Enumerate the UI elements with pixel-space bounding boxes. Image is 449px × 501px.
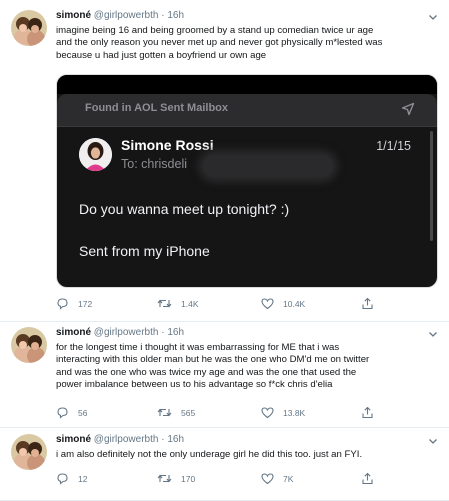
scrollbar: [430, 131, 433, 241]
separator-dot: ·: [161, 327, 165, 338]
tweet-text: i am also definitely not the only undera…: [56, 449, 437, 461]
like-button[interactable]: 10.4K: [261, 297, 305, 310]
username[interactable]: @girlpowerbth: [94, 10, 159, 21]
share-icon: [361, 297, 374, 310]
retweet-button[interactable]: 170: [157, 472, 195, 485]
email-message: Do you wanna meet up tonight? :): [79, 201, 290, 217]
tweet-text-line: and was the one who was twice my age and…: [56, 366, 357, 378]
tweet-text-line: interacting with this older man but he w…: [56, 354, 370, 366]
chevron-down-icon[interactable]: [427, 10, 439, 22]
retweet-count: 565: [181, 407, 196, 418]
share-button[interactable]: [361, 472, 374, 485]
reply-count: 56: [78, 407, 88, 418]
retweet-button[interactable]: 565: [157, 406, 195, 419]
reply-icon: [56, 406, 69, 419]
tweet-text-line: power imbalance between us to his advant…: [56, 378, 333, 390]
reply-button[interactable]: 172: [56, 297, 92, 310]
tweet-actions: 56 565 13.8K: [56, 406, 449, 420]
like-icon: [261, 406, 274, 419]
reply-icon: [56, 297, 69, 310]
sender-name: Simone Rossi: [121, 137, 214, 153]
tweet[interactable]: simoné @girlpowerbth · 16h imagine being…: [0, 0, 449, 322]
reply-button[interactable]: 12: [56, 472, 87, 485]
retweet-icon: [157, 406, 172, 419]
tweet-text-line: because u had just gotten a boyfriend ur…: [56, 49, 267, 61]
tweet[interactable]: simoné @girlpowerbth · 16h for the longe…: [0, 322, 449, 428]
like-count: 13.8K: [283, 407, 306, 418]
separator-dot: ·: [161, 10, 165, 21]
tweet-text-line: imagine being 16 and being groomed by a …: [56, 25, 374, 36]
like-button[interactable]: 7K: [261, 472, 293, 485]
status-bar: [57, 75, 437, 94]
tweet-text-line: i am also definitely not the only undera…: [56, 449, 363, 460]
like-count: 10.4K: [283, 298, 306, 309]
redacted-recipient: [203, 155, 333, 177]
tweet-header: simoné @girlpowerbth · 16h: [56, 10, 425, 21]
email-signature: Sent from my iPhone: [79, 243, 210, 259]
avatar[interactable]: [11, 434, 47, 470]
display-name[interactable]: simoné: [56, 434, 91, 445]
chevron-down-icon[interactable]: [427, 327, 439, 339]
tweet-header: simoné @girlpowerbth · 16h: [56, 327, 425, 338]
timestamp[interactable]: 16h: [167, 434, 184, 445]
avatar[interactable]: [11, 327, 47, 363]
retweet-count: 1.4K: [181, 298, 199, 309]
email-date: 1/1/15: [376, 139, 411, 153]
reply-icon: [56, 472, 69, 485]
chevron-down-icon[interactable]: [427, 434, 439, 446]
mailbox-label: Found in AOL Sent Mailbox: [85, 102, 228, 114]
share-button[interactable]: [361, 297, 374, 310]
username[interactable]: @girlpowerbth: [94, 327, 159, 338]
like-icon: [261, 297, 274, 310]
username[interactable]: @girlpowerbth: [94, 434, 159, 445]
reply-count: 12: [78, 473, 88, 484]
tweet-actions: 172 1.4K 10.4K: [56, 297, 449, 311]
tweet-text: imagine being 16 and being groomed by a …: [56, 25, 437, 62]
send-icon: [401, 102, 415, 121]
retweet-icon: [157, 472, 172, 485]
retweet-count: 170: [181, 473, 196, 484]
like-count: 7K: [283, 473, 294, 484]
avatar[interactable]: [11, 10, 47, 46]
display-name[interactable]: simoné: [56, 10, 91, 21]
retweet-icon: [157, 297, 172, 310]
timestamp[interactable]: 16h: [167, 327, 184, 338]
separator-dot: ·: [161, 434, 165, 445]
like-icon: [261, 472, 274, 485]
share-icon: [361, 406, 374, 419]
tweet[interactable]: simoné @girlpowerbth · 16h i am also def…: [0, 428, 449, 501]
sender-avatar: [79, 138, 112, 171]
divider: [57, 126, 437, 127]
timestamp[interactable]: 16h: [167, 10, 184, 21]
reply-button[interactable]: 56: [56, 406, 87, 419]
tweet-text: for the longest time i thought it was em…: [56, 342, 437, 391]
tweet-text-line: and the only reason you never met up and…: [56, 37, 383, 49]
recipient: To: chrisdeli: [121, 157, 187, 171]
attached-image[interactable]: Found in AOL Sent Mailbox Simone Rossi T…: [56, 74, 438, 288]
share-icon: [361, 472, 374, 485]
tweet-actions: 12 170 7K: [56, 472, 449, 486]
tweet-text-line: for the longest time i thought it was em…: [56, 342, 340, 353]
retweet-button[interactable]: 1.4K: [157, 297, 199, 310]
tweet-header: simoné @girlpowerbth · 16h: [56, 434, 425, 445]
share-button[interactable]: [361, 406, 374, 419]
display-name[interactable]: simoné: [56, 327, 91, 338]
like-button[interactable]: 13.8K: [261, 406, 305, 419]
reply-count: 172: [78, 298, 93, 309]
mailbox-header: Found in AOL Sent Mailbox: [57, 94, 437, 126]
